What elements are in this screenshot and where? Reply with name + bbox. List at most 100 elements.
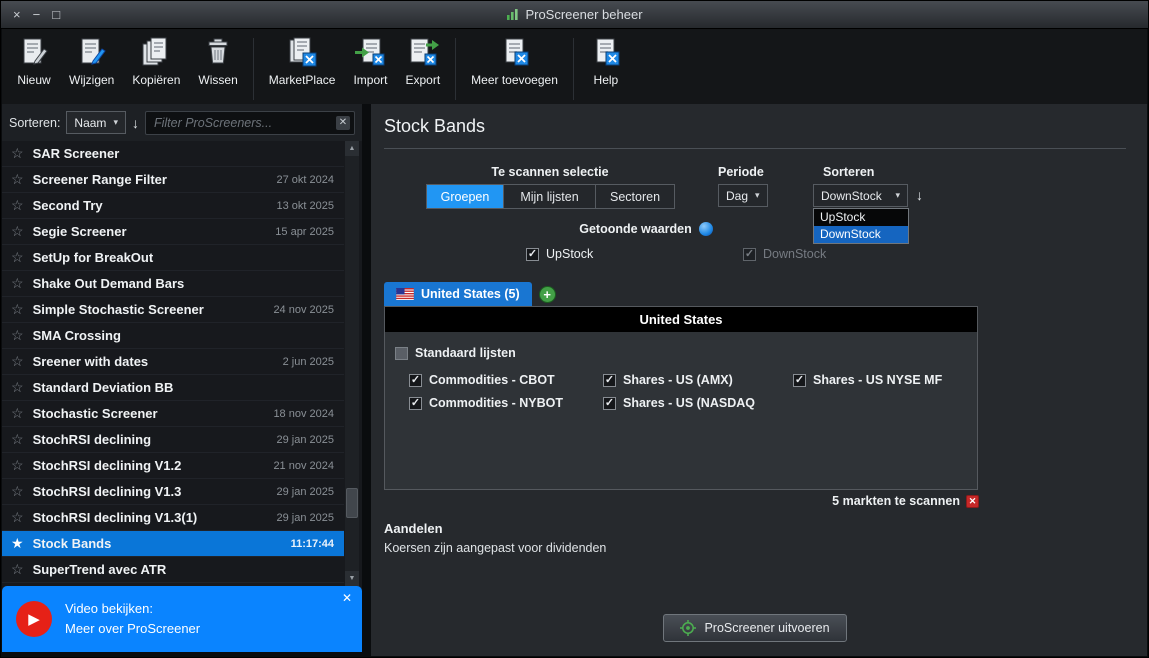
- title-divider: [384, 148, 1126, 149]
- run-proscreener-button[interactable]: ProScreener uitvoeren: [663, 614, 847, 642]
- list-item[interactable]: ☆ StochRSI declining V1.2 21 nov 2024: [2, 453, 344, 479]
- star-icon[interactable]: ☆: [11, 171, 24, 188]
- list-item[interactable]: ☆ Screener Range Filter 27 okt 2024: [2, 167, 344, 193]
- tab-united-states[interactable]: United States (5): [384, 282, 532, 306]
- sort-direction-icon[interactable]: ↓: [132, 115, 139, 131]
- periode-select[interactable]: Dag ▾: [718, 184, 768, 207]
- trash-icon: [201, 36, 235, 70]
- menu-item-downstock[interactable]: DownStock: [814, 226, 908, 243]
- toolbar-nieuw[interactable]: Nieuw: [8, 34, 60, 89]
- screener-detail-panel: Stock Bands Te scannen selectie Groepen …: [371, 104, 1147, 656]
- toolbar-wijzigen[interactable]: Wijzigen: [60, 34, 123, 89]
- selection-label: Te scannen selectie: [491, 165, 609, 179]
- video-banner[interactable]: ▶ Video bekijken: Meer over ProScreener …: [2, 586, 362, 652]
- star-icon[interactable]: ☆: [11, 561, 24, 578]
- list-item[interactable]: ☆ SAR Screener: [2, 141, 344, 167]
- segment-sectoren[interactable]: Sectoren: [596, 185, 674, 208]
- sorteren-select[interactable]: DownStock ▾: [813, 184, 908, 207]
- upstock-checkbox[interactable]: ✓: [526, 247, 539, 261]
- minimize-window-icon[interactable]: −: [33, 8, 41, 21]
- star-icon[interactable]: ☆: [11, 509, 24, 526]
- segment-groepen[interactable]: Groepen: [427, 185, 504, 208]
- market-checkbox[interactable]: ✓: [409, 396, 422, 410]
- clear-filter-icon[interactable]: ✕: [336, 115, 350, 130]
- list-item[interactable]: ☆ Standard Deviation BB: [2, 375, 344, 401]
- run-button-label: ProScreener uitvoeren: [704, 621, 830, 635]
- upstock-checkbox-row[interactable]: ✓ UpStock: [526, 247, 593, 261]
- star-icon[interactable]: ☆: [11, 379, 24, 396]
- star-icon[interactable]: ☆: [11, 301, 24, 318]
- screener-name: Stochastic Screener: [32, 406, 158, 421]
- list-item[interactable]: ☆ Sreener with dates 2 jun 2025: [2, 349, 344, 375]
- standard-lists-row[interactable]: Standaard lijsten: [395, 346, 969, 360]
- list-item[interactable]: ☆ Segie Screener 15 apr 2025: [2, 219, 344, 245]
- market-row[interactable]: ✓ Commodities - CBOT: [409, 373, 603, 387]
- list-scrollbar[interactable]: ▲ ▼: [345, 141, 359, 586]
- list-item[interactable]: ☆ SuperTrend avec ATR: [2, 557, 344, 583]
- page-title: Stock Bands: [384, 116, 486, 136]
- list-item[interactable]: ☆ StochRSI declining 29 jan 2025: [2, 427, 344, 453]
- globe-icon[interactable]: [698, 222, 713, 236]
- screener-name: SetUp for BreakOut: [32, 250, 154, 265]
- market-row[interactable]: ✓ Shares - US NYSE MF: [793, 373, 969, 387]
- standard-lists-label: Standaard lijsten: [415, 346, 516, 360]
- star-icon[interactable]: ★: [11, 535, 24, 552]
- shown-values-row: Getoonde waarden: [466, 222, 826, 236]
- star-icon[interactable]: ☆: [11, 353, 24, 370]
- list-item[interactable]: ☆ StochRSI declining V1.3 29 jan 2025: [2, 479, 344, 505]
- market-label: Shares - US (NASDAQ: [623, 396, 755, 410]
- list-item[interactable]: ☆ SetUp for BreakOut: [2, 245, 344, 271]
- star-icon[interactable]: ☆: [11, 197, 24, 214]
- market-row[interactable]: ✓ Shares - US (AMX): [603, 373, 793, 387]
- star-icon[interactable]: ☆: [11, 431, 24, 448]
- list-item[interactable]: ☆ Second Try 13 okt 2025: [2, 193, 344, 219]
- segment-mijn-lijsten[interactable]: Mijn lijsten: [504, 185, 596, 208]
- sorteren-direction-icon[interactable]: ↓: [916, 187, 923, 203]
- star-icon[interactable]: ☆: [11, 327, 24, 344]
- add-market-icon[interactable]: +: [538, 285, 556, 303]
- toolbar: Nieuw Wijzigen Kopiëren Wissen MarketPla…: [2, 29, 1147, 104]
- standard-lists-checkbox[interactable]: [395, 346, 408, 360]
- list-item[interactable]: ☆ StochRSI declining V1.3(1) 29 jan 2025: [2, 505, 344, 531]
- toolbar-import[interactable]: Import: [344, 34, 396, 89]
- star-icon[interactable]: ☆: [11, 275, 24, 292]
- market-checkbox[interactable]: ✓: [793, 373, 806, 387]
- market-row[interactable]: ✓ Shares - US (NASDAQ: [603, 396, 793, 410]
- star-icon[interactable]: ☆: [11, 483, 24, 500]
- filter-input[interactable]: [144, 110, 355, 135]
- star-icon[interactable]: ☆: [11, 223, 24, 240]
- sort-select[interactable]: Naam ▾: [66, 111, 126, 134]
- screener-name: Simple Stochastic Screener: [32, 302, 204, 317]
- scrollbar-thumb[interactable]: [346, 488, 358, 518]
- toolbar-help[interactable]: Help: [580, 34, 632, 89]
- market-table-header: United States: [385, 307, 977, 332]
- star-icon[interactable]: ☆: [11, 457, 24, 474]
- toolbar-export[interactable]: Export: [396, 34, 449, 89]
- remove-markets-icon[interactable]: ✕: [966, 494, 979, 508]
- market-checkbox[interactable]: ✓: [603, 396, 616, 410]
- list-item-selected[interactable]: ★ Stock Bands 11:17:44: [2, 531, 344, 557]
- list-item[interactable]: ☆ Shake Out Demand Bars: [2, 271, 344, 297]
- toolbar-marketplace[interactable]: MarketPlace: [260, 34, 345, 89]
- marketplace-icon: [285, 36, 319, 70]
- star-icon[interactable]: ☆: [11, 405, 24, 422]
- youtube-play-icon[interactable]: ▶: [16, 601, 52, 637]
- list-item[interactable]: ☆ SMA Crossing: [2, 323, 344, 349]
- star-icon[interactable]: ☆: [11, 145, 24, 162]
- banner-close-icon[interactable]: ✕: [342, 591, 352, 605]
- scroll-up-icon[interactable]: ▲: [345, 141, 359, 156]
- list-item[interactable]: ☆ Simple Stochastic Screener 24 nov 2025: [2, 297, 344, 323]
- toolbar-meer-toevoegen[interactable]: Meer toevoegen: [462, 34, 567, 89]
- menu-item-upstock[interactable]: UpStock: [814, 209, 908, 226]
- scroll-down-icon[interactable]: ▼: [345, 571, 359, 586]
- star-icon[interactable]: ☆: [11, 249, 24, 266]
- list-item[interactable]: ☆ Stochastic Screener 18 nov 2024: [2, 401, 344, 427]
- close-window-icon[interactable]: ×: [13, 8, 21, 21]
- maximize-window-icon[interactable]: □: [52, 8, 60, 21]
- toolbar-kopieren[interactable]: Kopiëren: [123, 34, 189, 89]
- toolbar-wissen[interactable]: Wissen: [189, 34, 246, 89]
- market-row[interactable]: ✓ Commodities - NYBOT: [409, 396, 603, 410]
- market-checkbox[interactable]: ✓: [409, 373, 422, 387]
- window-title: ProScreener beheer: [1, 7, 1148, 22]
- market-checkbox[interactable]: ✓: [603, 373, 616, 387]
